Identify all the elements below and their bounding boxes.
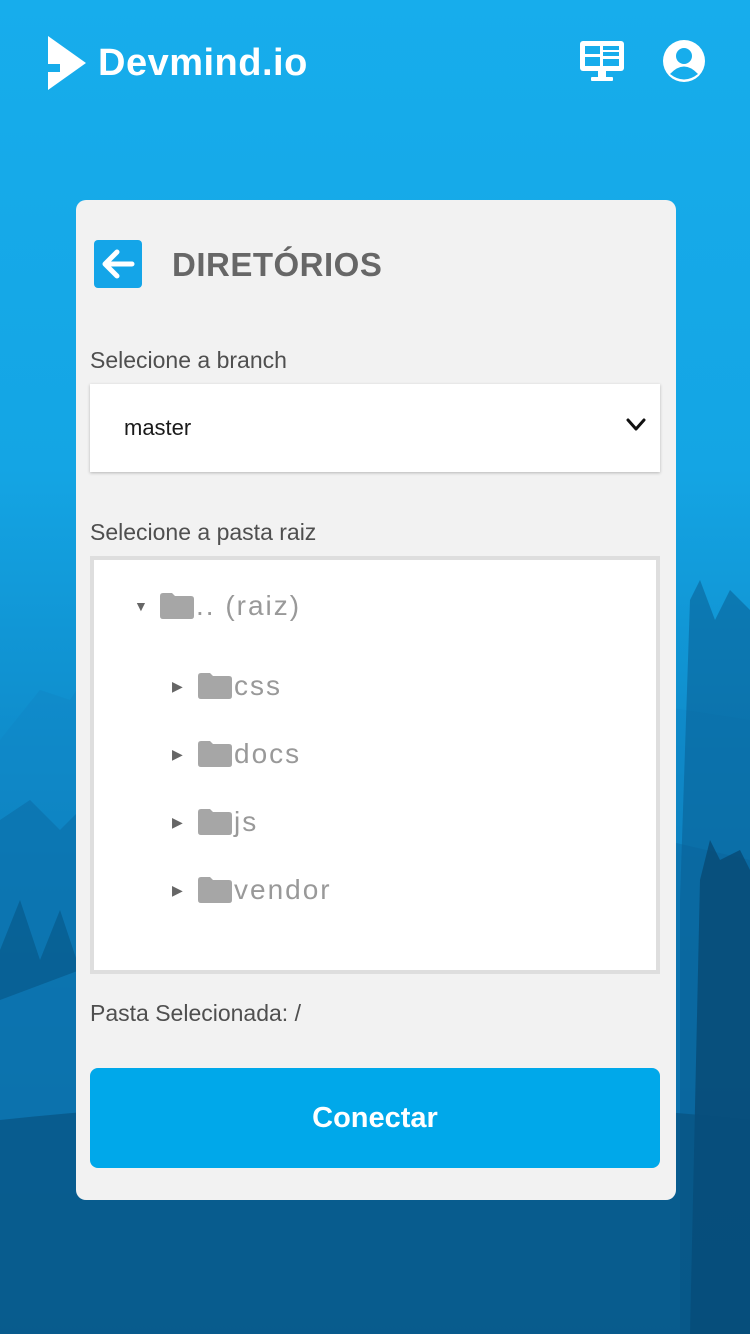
play-logo-icon <box>48 36 86 90</box>
connect-button[interactable]: Conectar <box>90 1068 660 1168</box>
branch-label: Selecione a branch <box>90 347 287 373</box>
dashboard-button[interactable] <box>579 38 625 84</box>
tree-node-label: .. (raiz) <box>196 590 302 621</box>
tree-node-root[interactable]: ▼ .. (raiz) <box>134 590 301 622</box>
collapsed-triangle-icon: ▶ <box>172 813 183 830</box>
arrow-left-icon <box>102 249 135 279</box>
page-title: DIRETÓRIOS <box>172 246 383 283</box>
root-folder-label: Selecione a pasta raiz <box>90 519 317 545</box>
brand-logo[interactable]: Devmind.io <box>46 36 308 90</box>
collapsed-triangle-icon: ▶ <box>172 677 183 694</box>
folder-icon <box>198 877 232 903</box>
tree-node-label: vendor <box>234 874 332 905</box>
folder-tree: ▼ .. (raiz) ▶ css ▶ docs ▶ js ▶ vendor <box>90 556 660 974</box>
chevron-down-icon <box>626 418 646 431</box>
tree-node-vendor[interactable]: ▶ vendor <box>172 874 332 906</box>
collapsed-triangle-icon: ▶ <box>172 881 183 898</box>
account-button[interactable] <box>661 38 707 84</box>
back-button[interactable] <box>94 240 142 288</box>
tree-node-css[interactable]: ▶ css <box>172 670 282 702</box>
selected-folder-text: Pasta Selecionada: / <box>90 1000 301 1026</box>
monitor-dashboard-icon <box>580 41 624 81</box>
directories-card: DIRETÓRIOS Selecione a branch master Sel… <box>76 200 676 1200</box>
tree-node-label: docs <box>234 738 302 769</box>
user-account-icon <box>663 40 705 82</box>
branch-select[interactable]: master <box>90 384 660 472</box>
folder-icon <box>198 673 232 699</box>
expanded-triangle-icon: ▼ <box>134 598 148 614</box>
tree-node-label: js <box>234 806 259 837</box>
folder-icon <box>198 809 232 835</box>
collapsed-triangle-icon: ▶ <box>172 745 183 762</box>
folder-icon <box>198 741 232 767</box>
app-name: Devmind.io <box>98 41 308 84</box>
tree-node-label: css <box>234 670 282 701</box>
tree-node-docs[interactable]: ▶ docs <box>172 738 301 770</box>
tree-node-js[interactable]: ▶ js <box>172 806 258 838</box>
branch-select-value: master <box>124 415 192 440</box>
folder-icon <box>160 593 194 619</box>
